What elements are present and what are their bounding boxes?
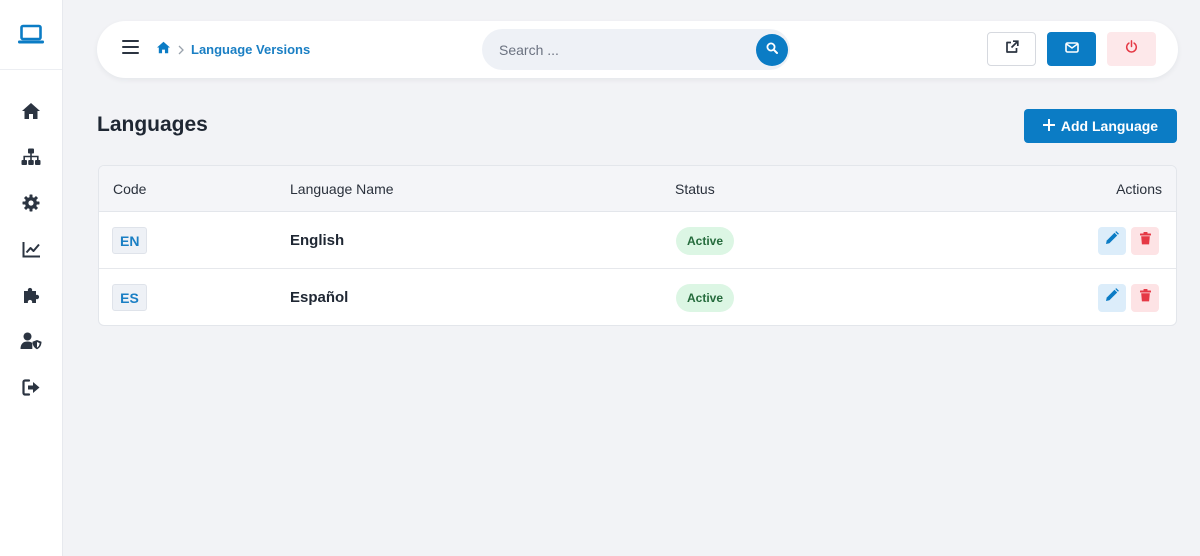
open-site-button[interactable] (987, 32, 1036, 66)
search-button[interactable] (756, 34, 788, 66)
messages-button[interactable] (1047, 32, 1096, 66)
chart-line-icon (22, 241, 41, 258)
power-button[interactable] (1107, 32, 1156, 66)
sidebar-item-home[interactable] (0, 88, 62, 134)
sidebar (0, 0, 63, 556)
sidebar-item-settings[interactable] (0, 180, 62, 226)
search-bar (482, 29, 790, 70)
language-code-badge: EN (112, 227, 148, 254)
sitemap-icon (21, 148, 41, 166)
sidebar-item-users[interactable] (0, 318, 62, 364)
table-row: EN English Active (99, 212, 1176, 269)
page-title: Languages (97, 113, 208, 136)
table-row: ES Español Active (99, 269, 1176, 325)
home-icon[interactable] (156, 41, 171, 59)
languages-table: Code Language Name Status Actions EN Eng… (98, 165, 1177, 326)
plus-icon (1042, 118, 1056, 134)
hamburger-icon (122, 39, 140, 60)
add-language-label: Add Language (1060, 118, 1159, 134)
sidebar-item-analytics[interactable] (0, 226, 62, 272)
edit-button[interactable] (1098, 226, 1126, 255)
laptop-icon (17, 24, 45, 46)
sidebar-item-logout[interactable] (0, 364, 62, 410)
add-language-button[interactable]: Add Language (1024, 109, 1177, 143)
gear-icon (22, 194, 40, 212)
home-icon (21, 102, 41, 120)
puzzle-icon (22, 286, 41, 305)
power-icon (1125, 40, 1138, 58)
breadcrumb: Language Versions (156, 21, 310, 78)
user-shield-icon (20, 332, 42, 350)
column-header-code: Code (113, 181, 147, 197)
language-name: English (290, 232, 345, 249)
sidebar-item-sitemap[interactable] (0, 134, 62, 180)
search-icon (766, 41, 778, 59)
search-input[interactable] (482, 29, 752, 70)
column-header-status: Status (675, 181, 715, 197)
topbar: Language Versions (97, 21, 1178, 78)
breadcrumb-current[interactable]: Language Versions (191, 42, 310, 57)
menu-toggle-button[interactable] (121, 39, 141, 60)
column-header-language-name: Language Name (290, 181, 394, 197)
status-badge: Active (676, 283, 735, 312)
delete-button[interactable] (1131, 283, 1159, 312)
sidebar-nav (0, 70, 62, 410)
logout-icon (21, 378, 41, 396)
delete-button[interactable] (1131, 226, 1159, 255)
pencil-icon (1105, 231, 1119, 250)
table-header: Code Language Name Status Actions (99, 166, 1176, 212)
sidebar-item-plugins[interactable] (0, 272, 62, 318)
trash-icon (1139, 231, 1151, 250)
chevron-right-icon (178, 45, 184, 55)
column-header-actions: Actions (1116, 181, 1162, 197)
language-name: Español (290, 289, 349, 306)
language-code-badge: ES (112, 284, 147, 311)
brand-logo[interactable] (0, 0, 62, 70)
envelope-icon (1064, 40, 1079, 58)
edit-button[interactable] (1098, 283, 1126, 312)
trash-icon (1139, 288, 1151, 307)
pencil-icon (1105, 288, 1119, 307)
status-badge: Active (676, 226, 735, 255)
external-link-icon (1005, 39, 1019, 59)
